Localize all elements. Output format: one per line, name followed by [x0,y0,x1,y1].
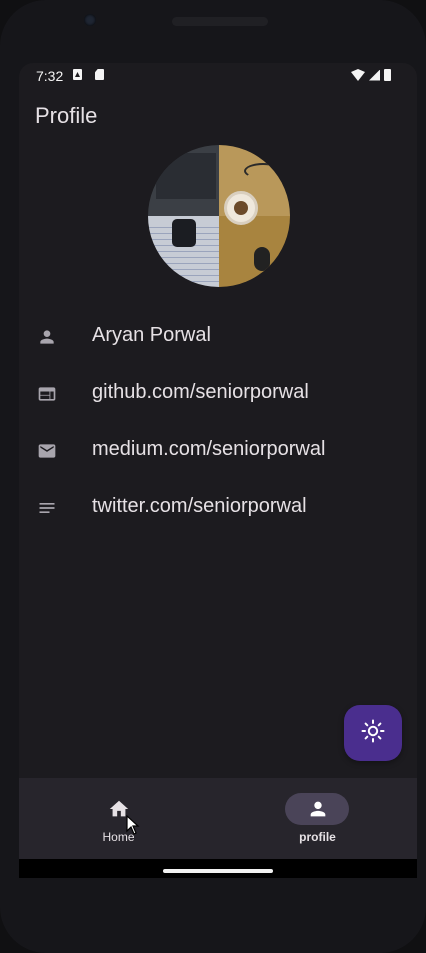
web-icon [37,384,57,404]
app-screen: 7:32 Profile Aryan Porwal github.com/sen… [19,63,417,878]
device: 7:32 Profile Aryan Porwal github.com/sen… [0,0,426,953]
avatar-photo-detail [254,247,270,271]
avatar-photo-detail [172,219,196,247]
gesture-handle[interactable] [163,869,273,873]
person-icon [37,327,57,347]
person-icon [307,798,329,820]
profile-row-twitter[interactable]: twitter.com/seniorporwal [19,479,417,536]
nav-label-profile: profile [299,830,336,844]
nav-item-home[interactable]: Home [19,778,218,860]
sun-icon [361,719,385,748]
profile-name: Aryan Porwal [92,324,211,346]
profile-row-medium[interactable]: medium.com/seniorporwal [19,422,417,479]
page-title: Profile [35,103,98,128]
battery-icon [384,69,391,81]
sd-card-icon [95,69,104,80]
theme-toggle-button[interactable] [344,705,402,761]
nav-item-profile[interactable]: profile [218,778,417,860]
earpiece-speaker [172,17,268,26]
nav-label-home: Home [102,830,135,844]
mail-icon [37,441,57,461]
notification-icon [73,69,82,80]
profile-row-github[interactable]: github.com/seniorporwal [19,365,417,422]
avatar [148,145,290,287]
status-bar: 7:32 [19,63,417,89]
front-camera [84,14,96,26]
bottom-navigation: Home profile [19,778,417,860]
avatar-photo-detail [224,191,258,225]
medium-link: medium.com/seniorporwal [92,438,326,460]
wifi-icon [351,69,365,81]
avatar-photo-segment [148,145,219,216]
avatar-photo-detail [244,163,282,179]
profile-row-name[interactable]: Aryan Porwal [19,308,417,365]
status-time: 7:32 [36,68,64,84]
status-icons [351,68,391,82]
notes-icon [37,498,57,518]
github-link: github.com/seniorporwal [92,381,309,403]
twitter-link: twitter.com/seniorporwal [92,495,307,517]
signal-icon [369,69,380,81]
mouse-cursor-icon [126,814,140,835]
